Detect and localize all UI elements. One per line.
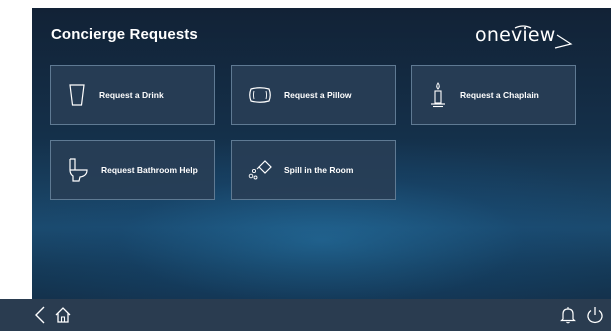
spill-icon — [248, 157, 272, 183]
request-chaplain-button[interactable]: Request a Chaplain — [411, 65, 576, 125]
request-pillow-button[interactable]: Request a Pillow — [231, 65, 396, 125]
candle-icon — [428, 82, 448, 108]
concierge-screen: Concierge Requests oneview Request a Dri… — [32, 8, 611, 331]
bottom-nav-bar — [0, 299, 611, 331]
bell-icon[interactable] — [560, 306, 576, 329]
power-icon[interactable] — [586, 306, 604, 329]
back-arrow-icon[interactable] — [34, 306, 46, 329]
logo-swoosh-icon — [514, 25, 573, 49]
oneview-logo: oneview — [475, 22, 579, 52]
spill-in-room-button[interactable]: Spill in the Room — [231, 140, 396, 200]
page-title: Concierge Requests — [51, 26, 198, 43]
toilet-icon — [67, 157, 89, 183]
app-frame: Concierge Requests oneview Request a Dri… — [0, 0, 611, 331]
home-icon[interactable] — [54, 306, 72, 329]
request-pillow-label: Request a Pillow — [284, 90, 352, 100]
request-chaplain-label: Request a Chaplain — [460, 90, 539, 100]
spill-in-room-label: Spill in the Room — [284, 165, 354, 175]
request-drink-label: Request a Drink — [99, 90, 164, 100]
request-bathroom-help-button[interactable]: Request Bathroom Help — [50, 140, 215, 200]
drink-cup-icon — [67, 82, 87, 108]
request-drink-button[interactable]: Request a Drink — [50, 65, 215, 125]
pillow-icon — [248, 82, 272, 108]
request-bathroom-help-label: Request Bathroom Help — [101, 165, 198, 175]
